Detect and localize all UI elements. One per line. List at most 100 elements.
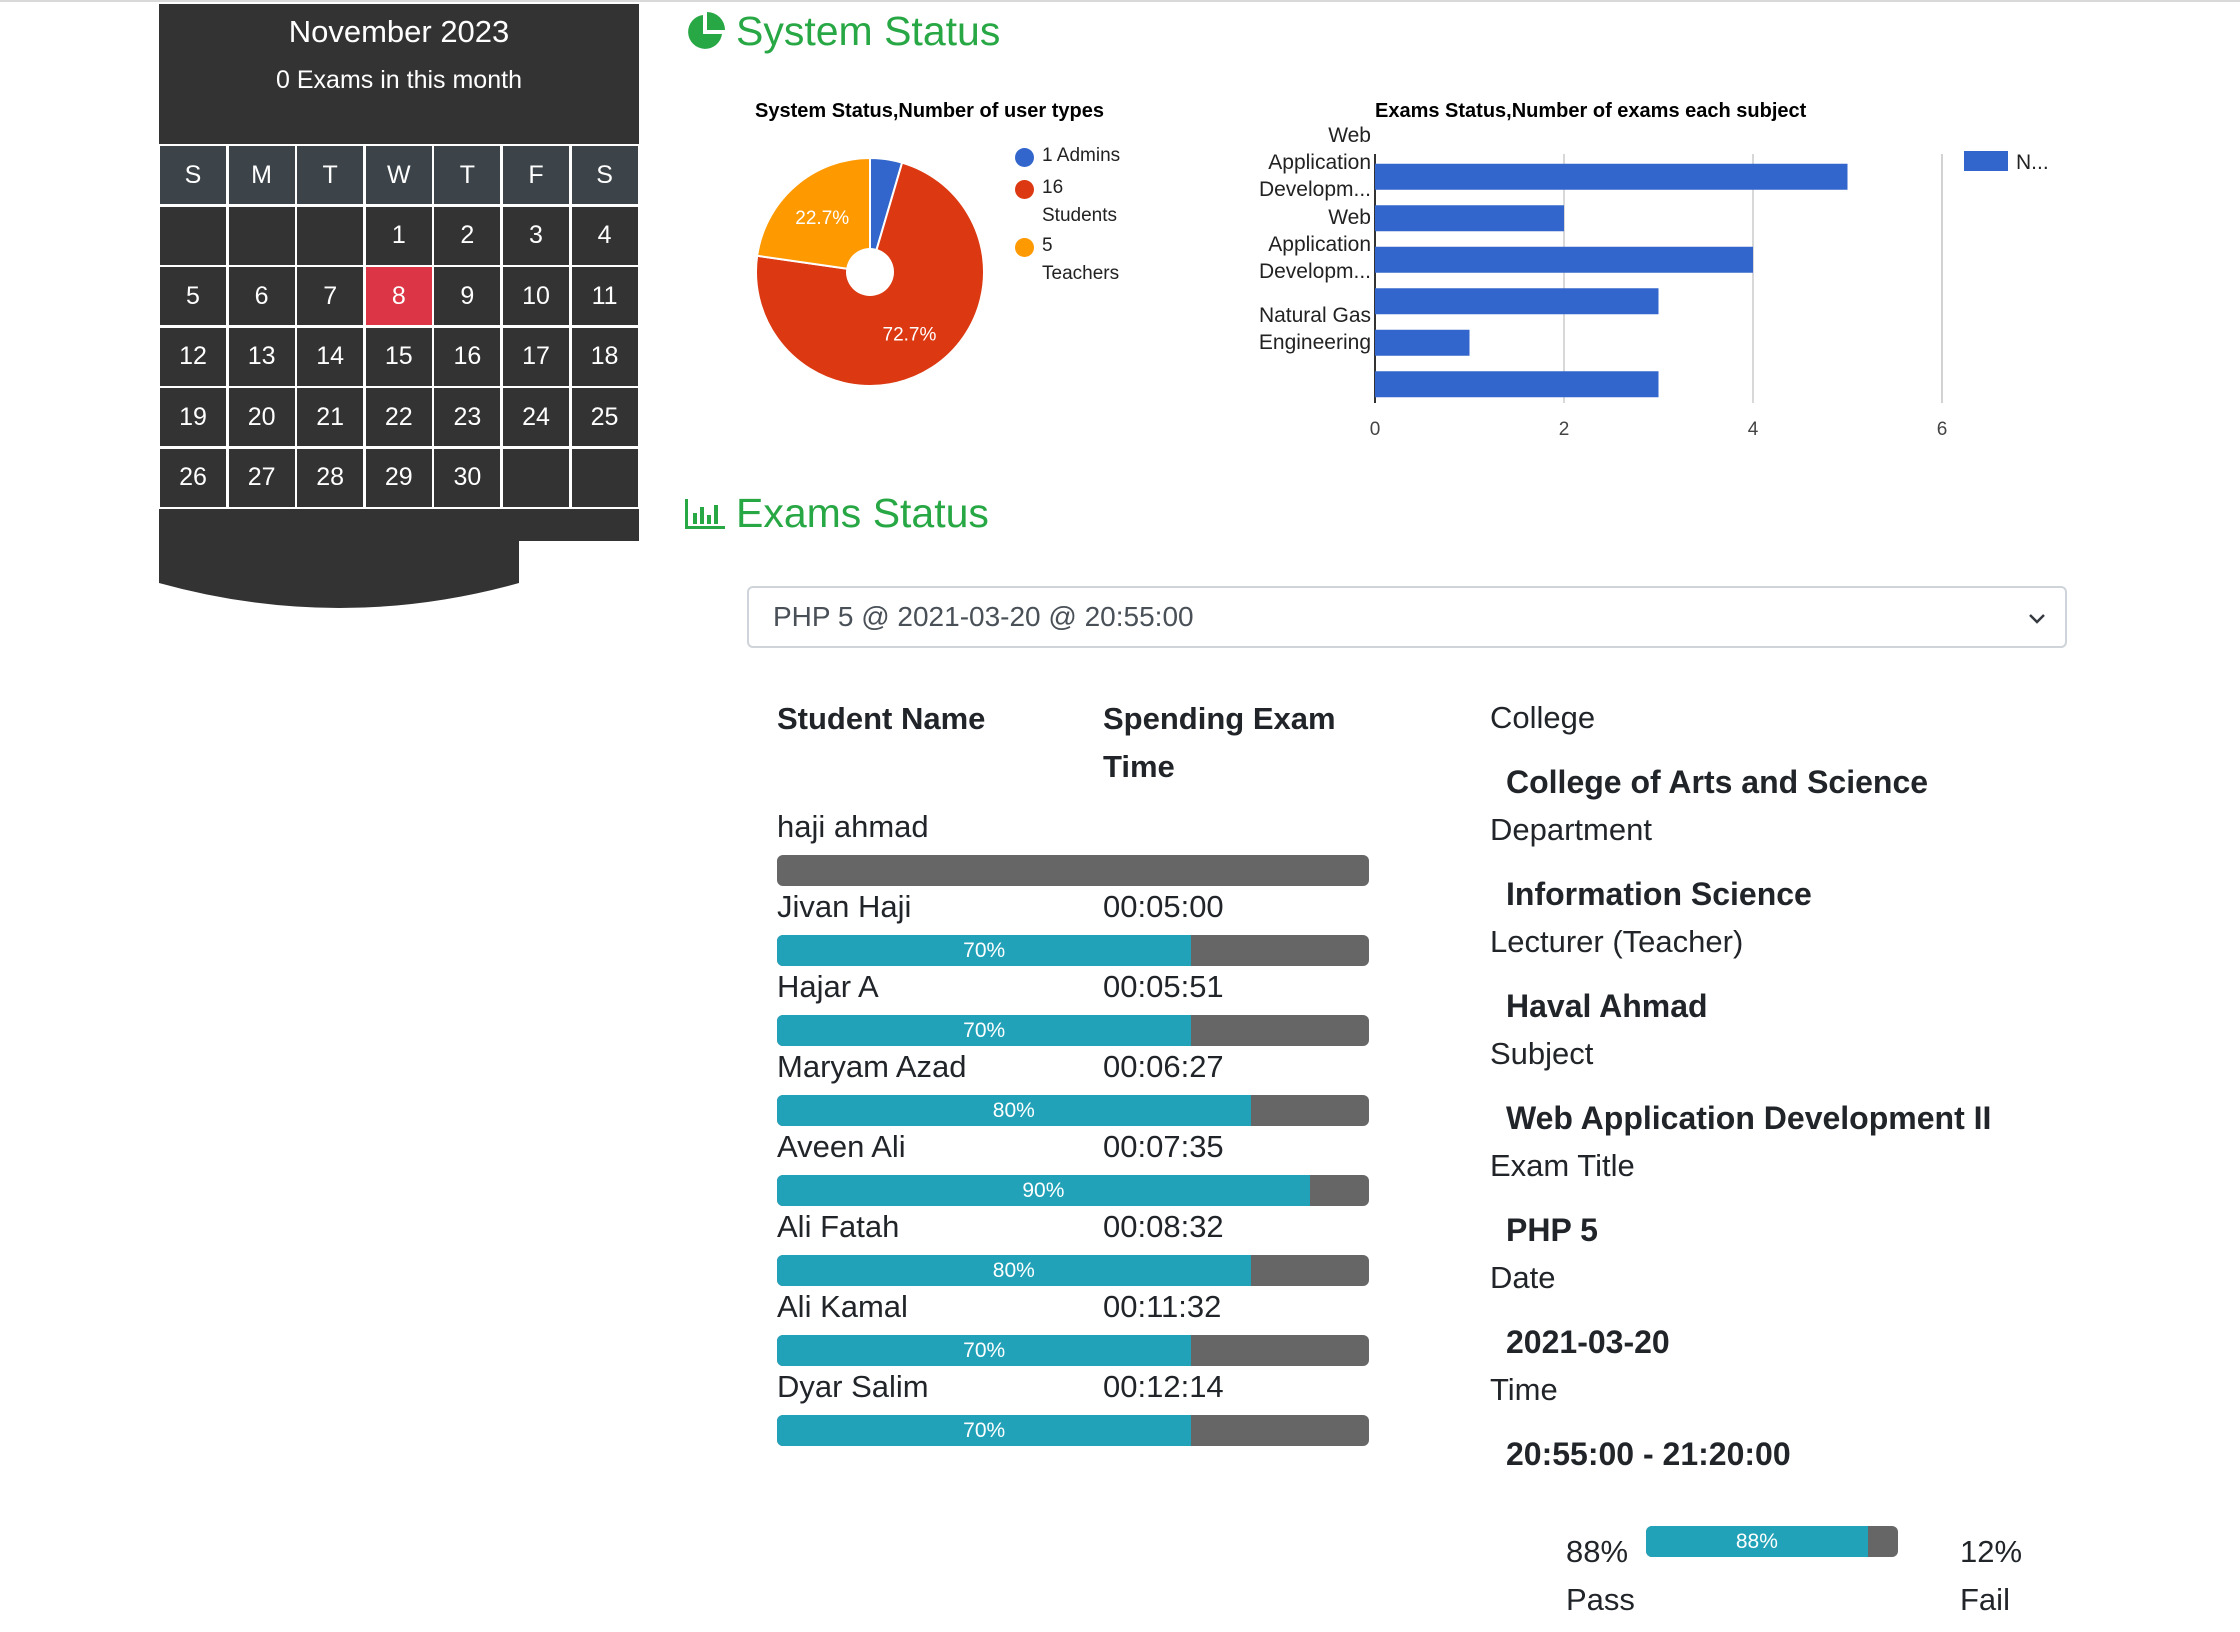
student-exam-time: 00:11:32 — [1103, 1289, 1222, 1324]
date-value: 2021-03-20 — [1506, 1324, 1670, 1360]
calendar-day[interactable]: 15 — [365, 327, 432, 386]
calendar-empty-cell — [571, 448, 638, 507]
student-name: Hajar A — [777, 969, 879, 1004]
exams-per-subject-bar-chart: Exams Status,Number of exams each subjec… — [1230, 96, 2130, 446]
exams-status-title: Exams Status — [736, 490, 989, 536]
calendar-day[interactable]: 29 — [365, 448, 432, 507]
calendar-day[interactable]: 16 — [434, 327, 501, 386]
student-name: Maryam Azad — [777, 1049, 967, 1084]
calendar-day[interactable]: 11 — [571, 267, 638, 326]
bar-x-tick-label: 6 — [1937, 419, 1948, 440]
calendar-day[interactable]: 22 — [365, 388, 432, 447]
calendar-day[interactable]: 6 — [228, 267, 295, 326]
calendar-day[interactable]: 7 — [297, 267, 364, 326]
legend-text: 16 Students — [1042, 174, 1117, 230]
calendar-day[interactable]: 1 — [365, 206, 432, 265]
bar — [1375, 371, 1659, 398]
calendar-empty-cell — [228, 206, 295, 265]
calendar-day[interactable]: 28 — [297, 448, 364, 507]
calendar-day[interactable]: 19 — [160, 388, 226, 447]
college-value: College of Arts and Science — [1506, 764, 1929, 800]
bar-x-tick-label: 2 — [1559, 419, 1570, 440]
bar — [1375, 163, 1848, 190]
calendar-day[interactable]: 4 — [571, 206, 638, 265]
department-label: Department — [1490, 812, 1652, 847]
student-score-fill: 70% — [777, 935, 1192, 966]
fail-label: Fail — [1960, 1582, 2010, 1617]
calendar-day[interactable]: 3 — [502, 206, 569, 265]
lecturer-label: Lecturer (Teacher) — [1490, 924, 1744, 959]
calendar-empty-cell — [502, 448, 569, 507]
calendar-day[interactable]: 17 — [502, 327, 569, 386]
pie-hole — [846, 248, 894, 296]
bar-category-label: Natural Gas — [1259, 304, 1371, 327]
calendar-day[interactable]: 26 — [160, 448, 226, 507]
student-score-fill: 80% — [777, 1255, 1251, 1286]
calendar-day[interactable]: 21 — [297, 388, 364, 447]
bar-category-label: Web — [1328, 206, 1371, 229]
calendar-day[interactable]: 14 — [297, 327, 364, 386]
student-score-bar: 80% — [777, 1255, 1369, 1286]
exam-time-header-line1: Spending Exam — [1103, 701, 1336, 736]
student-name-header: Student Name — [777, 701, 986, 736]
calendar-weekday: T — [297, 146, 364, 204]
legend-text: 1 Admins — [1042, 142, 1120, 170]
calendar-day[interactable]: 2 — [434, 206, 501, 265]
legend-swatch — [1015, 238, 1034, 257]
calendar-grid: S M T W T F S 1 2 3 4 5 6 7 8 9 10 11 12 13 14 15 16 17 18 19 20 21… — [159, 144, 639, 509]
system-status-title: System Status — [736, 8, 1001, 54]
legend-line: 5 — [1042, 235, 1053, 256]
bar-category-label: Developm... — [1259, 260, 1371, 283]
calendar-day[interactable]: 13 — [228, 327, 295, 386]
exam-time-header: Spending Exam Time — [1103, 695, 1336, 791]
calendar-day[interactable]: 27 — [228, 448, 295, 507]
student-score-fill: 80% — [777, 1095, 1251, 1126]
student-score-bar: 80% — [777, 1095, 1369, 1126]
calendar-empty-cell — [160, 206, 226, 265]
college-label: College — [1490, 700, 1596, 735]
student-score-label: 70% — [963, 1018, 1006, 1042]
pie-legend-item: 16 Students — [1015, 177, 1117, 230]
calendar-day-today[interactable]: 8 — [365, 267, 432, 326]
legend-swatch — [1015, 148, 1034, 167]
student-exam-time: 00:05:51 — [1103, 969, 1224, 1004]
pie-chart-icon — [688, 11, 725, 49]
calendar-day[interactable]: 10 — [502, 267, 569, 326]
subject-value: Web Application Development II — [1506, 1100, 1992, 1136]
student-score-fill: 90% — [777, 1175, 1310, 1206]
calendar-day[interactable]: 25 — [571, 388, 638, 447]
bar-category-label: Application — [1268, 233, 1371, 256]
calendar-day[interactable]: 12 — [160, 327, 226, 386]
calendar-day[interactable]: 18 — [571, 327, 638, 386]
exam-select[interactable]: PHP 5 @ 2021-03-20 @ 20:55:00 — [747, 586, 2067, 648]
bar — [1375, 246, 1753, 273]
calendar-header: November 2023 0 Exams in this month — [159, 4, 639, 144]
bar-x-tick-label: 0 — [1370, 419, 1381, 440]
bar — [1375, 288, 1659, 315]
bar-legend-label: N... — [2016, 151, 2049, 174]
pass-percent: 88% — [1566, 1534, 1629, 1569]
legend-swatch — [1015, 180, 1034, 199]
student-score-fill: 70% — [777, 1335, 1192, 1366]
pie-slice-label: 72.7% — [883, 324, 937, 345]
calendar-day[interactable]: 5 — [160, 267, 226, 326]
chevron-down-icon — [2029, 614, 2045, 624]
bar-category-label: Engineering — [1259, 331, 1371, 354]
pie-legend-item: 1 Admins — [1015, 145, 1120, 170]
exam-title-label: Exam Title — [1490, 1148, 1635, 1183]
exam-title-value: PHP 5 — [1506, 1212, 1598, 1248]
calendar-weekday: S — [571, 146, 638, 204]
subject-label: Subject — [1490, 1036, 1594, 1071]
student-score-label: 70% — [963, 1418, 1006, 1442]
calendar-day[interactable]: 9 — [434, 267, 501, 326]
calendar-day[interactable]: 24 — [502, 388, 569, 447]
student-score-label: 70% — [963, 1338, 1006, 1362]
bar-category-label: Developm... — [1259, 178, 1371, 201]
student-score-fill: 70% — [777, 1415, 1192, 1446]
bar — [1375, 205, 1564, 232]
calendar-day[interactable]: 20 — [228, 388, 295, 447]
legend-line: Teachers — [1042, 263, 1120, 284]
calendar-day[interactable]: 23 — [434, 388, 501, 447]
calendar-day[interactable]: 30 — [434, 448, 501, 507]
calendar-footer — [159, 508, 639, 541]
